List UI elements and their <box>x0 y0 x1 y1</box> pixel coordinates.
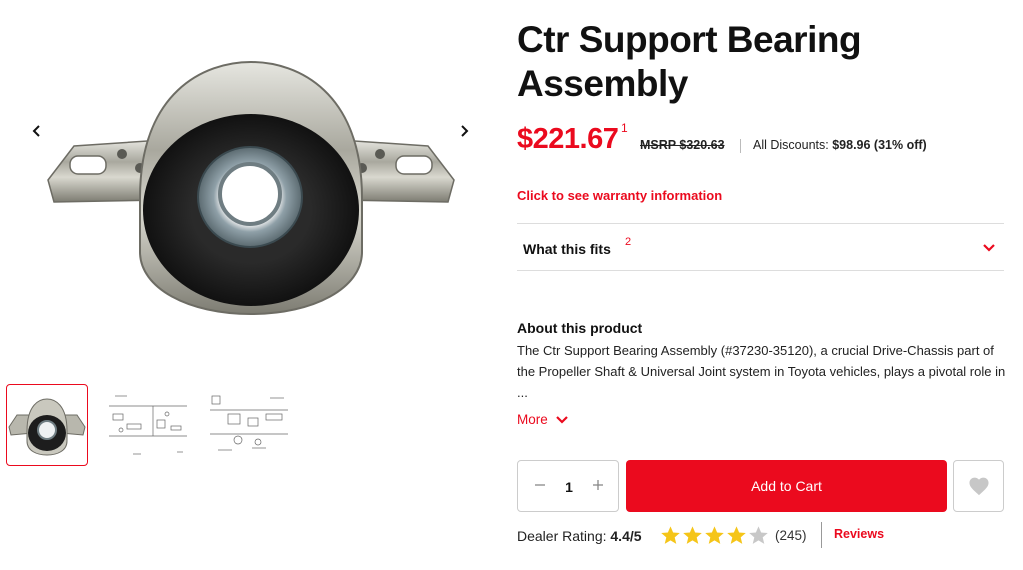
minus-icon[interactable] <box>532 477 548 493</box>
discount-value: $98.96 (31% off) <box>832 138 927 152</box>
add-to-cart-button[interactable]: Add to Cart <box>626 460 947 512</box>
gallery-thumbnail-1[interactable] <box>6 384 88 466</box>
discount-summary: All Discounts: $98.96 (31% off) <box>753 138 927 152</box>
bearing-thumbnail-image <box>8 398 86 456</box>
dealer-rating-text: Dealer Rating: 4.4/5 <box>517 528 642 544</box>
star-icon <box>749 526 768 544</box>
chevron-down-icon <box>555 415 568 424</box>
product-title: Ctr Support Bearing Assembly <box>517 19 862 104</box>
reviews-link[interactable]: Reviews <box>834 527 884 541</box>
star-icon <box>705 526 724 544</box>
parts-diagram-thumbnail-image <box>109 395 187 455</box>
quantity-stepper: 1 <box>517 460 619 512</box>
rating-count: (245) <box>775 528 807 543</box>
star-icon <box>683 526 702 544</box>
fits-footnote[interactable]: 2 <box>625 236 631 248</box>
about-product-heading: About this product <box>517 320 643 336</box>
parts-diagram-thumbnail-image <box>210 395 288 451</box>
gallery-thumbnail-3[interactable] <box>208 384 290 466</box>
price-row: $221.67 1 MSRP $320.63 All Discounts: $9… <box>517 120 1007 160</box>
chevron-down-icon <box>983 244 995 252</box>
chevron-left-icon <box>32 125 40 137</box>
what-this-fits-accordion[interactable]: What this fits 2 <box>517 223 1004 271</box>
rating-divider <box>821 522 822 548</box>
product-info-panel: Ctr Support Bearing Assembly $221.67 1 M… <box>517 0 1007 570</box>
dealer-rating-label: Dealer Rating: <box>517 528 607 544</box>
star-icon <box>727 526 746 544</box>
plus-icon[interactable] <box>590 477 606 493</box>
star-icon <box>661 526 680 544</box>
chevron-right-icon <box>461 125 469 137</box>
product-gallery <box>0 0 500 570</box>
price-footnote[interactable]: 1 <box>621 121 628 135</box>
what-this-fits-label: What this fits <box>523 241 611 257</box>
about-product-text: The Ctr Support Bearing Assembly (#37230… <box>517 343 1006 400</box>
discount-label: All Discounts: <box>753 138 829 152</box>
dealer-rating-value: 4.4/5 <box>610 528 642 544</box>
sale-price: $221.67 <box>517 123 619 155</box>
gallery-next-button[interactable] <box>454 120 474 142</box>
wishlist-button[interactable] <box>953 460 1004 512</box>
gallery-thumbnail-2[interactable] <box>107 384 189 466</box>
product-main-image <box>47 60 455 316</box>
heart-icon <box>968 477 989 496</box>
quantity-value[interactable]: 1 <box>562 479 576 495</box>
warranty-info-link[interactable]: Click to see warranty information <box>517 188 722 203</box>
more-label: More <box>517 412 548 427</box>
more-button[interactable]: More <box>517 412 568 427</box>
msrp-price: MSRP $320.63 <box>640 138 725 152</box>
price-divider <box>740 139 741 153</box>
dealer-rating: Dealer Rating: 4.4/5 (245) Reviews <box>517 522 1007 550</box>
rating-stars <box>660 525 769 546</box>
